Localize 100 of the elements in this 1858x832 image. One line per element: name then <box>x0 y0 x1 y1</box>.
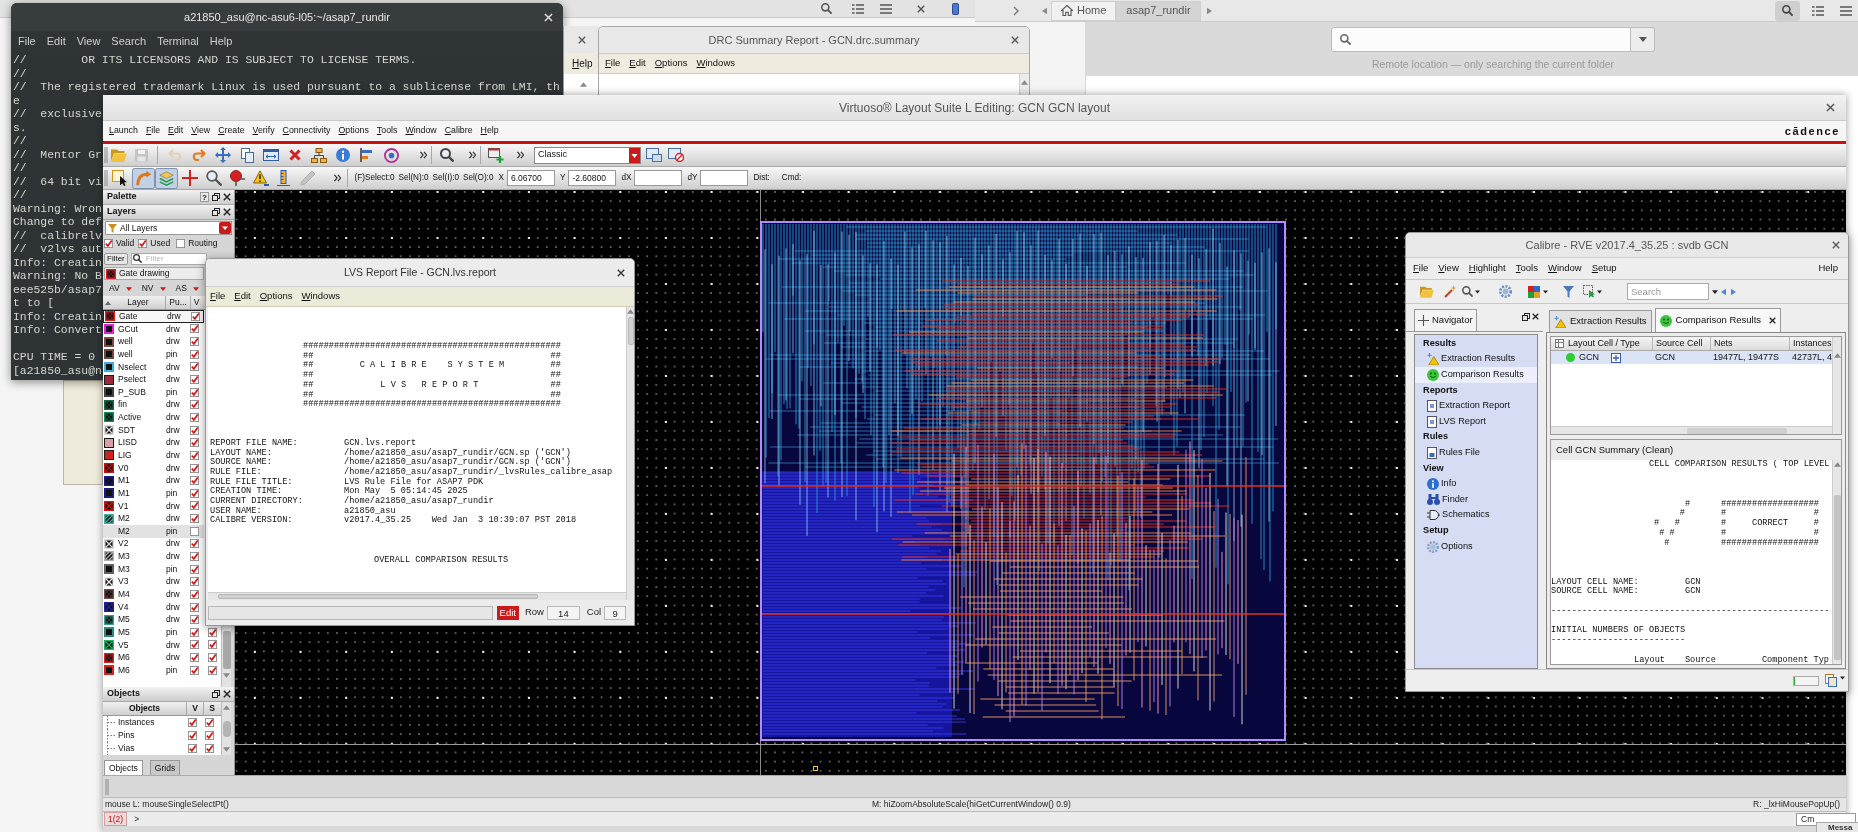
checkbox[interactable] <box>190 476 199 486</box>
menu-item[interactable]: Launch <box>109 124 138 138</box>
menu-item[interactable]: Highlight <box>1468 261 1506 276</box>
column-header[interactable]: Objects <box>128 702 161 715</box>
menu-item[interactable]: Windows <box>696 56 735 71</box>
checkbox[interactable] <box>190 412 199 422</box>
list-view-icon[interactable] <box>1812 5 1824 16</box>
menu-item[interactable]: View <box>191 124 211 138</box>
menu-item[interactable]: File <box>145 124 161 138</box>
column-header[interactable]: Pu... <box>169 296 187 309</box>
double-chevron-icon[interactable] <box>333 174 341 182</box>
checkbox[interactable] <box>190 539 199 549</box>
window-stack-icon[interactable] <box>1825 674 1837 687</box>
result-row[interactable]: GCN GCN 19477L, 19477S 42737L, 4 <box>1551 351 1833 364</box>
crosshair-icon[interactable] <box>182 170 199 186</box>
info-icon[interactable] <box>336 148 350 162</box>
menu-item[interactable]: File <box>1413 261 1429 276</box>
right-arrow-icon[interactable] <box>1731 287 1736 296</box>
menu-item[interactable]: Connectivity <box>282 124 331 138</box>
warning-icon[interactable] <box>252 170 269 186</box>
coordinate-field[interactable]: 6.06700 <box>506 170 555 186</box>
scrollbar-thumb[interactable] <box>222 720 231 737</box>
navigator-item[interactable]: Finder <box>1415 491 1537 508</box>
menu-item[interactable]: Windows <box>301 289 340 304</box>
checkbox[interactable] <box>190 400 199 410</box>
checkbox[interactable] <box>190 501 199 511</box>
column-header[interactable]: V <box>192 702 198 715</box>
menu-item[interactable]: Window <box>405 124 437 138</box>
menu-item[interactable]: Window <box>1547 261 1582 276</box>
menu-item[interactable]: Options <box>654 56 688 71</box>
caret-icon[interactable] <box>1840 675 1845 680</box>
checkbox[interactable] <box>190 488 199 498</box>
menu-item[interactable]: Setup <box>1591 261 1617 276</box>
dropdown-button[interactable] <box>1631 27 1655 52</box>
checkbox[interactable] <box>190 362 199 372</box>
scroll-arrow-icon[interactable] <box>627 309 634 314</box>
gear-icon[interactable] <box>1499 285 1512 298</box>
menu-icon[interactable] <box>1840 5 1852 16</box>
checkbox[interactable] <box>188 731 197 740</box>
tab[interactable]: Comparison Results <box>1654 308 1782 332</box>
color-grid-icon[interactable] <box>1528 285 1540 298</box>
checkbox[interactable] <box>205 718 214 727</box>
visibility-dropdown[interactable]: AS <box>175 282 199 295</box>
checkbox[interactable] <box>190 463 199 473</box>
checkbox[interactable] <box>190 526 199 536</box>
ruler-icon[interactable] <box>276 170 293 186</box>
checkbox[interactable] <box>190 627 199 637</box>
search-field[interactable]: Search <box>1627 283 1709 300</box>
visibility-dropdown[interactable]: NV <box>141 282 166 295</box>
menu-item[interactable]: Edit <box>46 33 66 50</box>
menu-item[interactable]: File <box>18 33 36 50</box>
checkbox[interactable] <box>208 640 217 650</box>
breadcrumb-button[interactable]: Home <box>1051 0 1117 21</box>
checkbox[interactable] <box>188 744 197 753</box>
navigator-item[interactable]: Schematics <box>1415 507 1537 524</box>
caret-icon[interactable] <box>1543 289 1548 294</box>
checkbox[interactable] <box>138 239 148 248</box>
checkbox[interactable] <box>188 718 197 727</box>
navigator-item[interactable]: Options <box>1415 538 1537 555</box>
close-icon[interactable] <box>1832 241 1840 249</box>
scroll-right-icon[interactable] <box>1206 6 1212 15</box>
checkbox[interactable] <box>190 653 199 663</box>
column-header[interactable]: Nets <box>1714 336 1733 351</box>
menu-item[interactable]: File <box>210 289 226 304</box>
layer-row[interactable]: Gate drw <box>103 310 204 323</box>
move-icon[interactable] <box>215 147 231 163</box>
navigator-item[interactable]: Extraction Results <box>1415 351 1537 368</box>
help-button[interactable]: ? <box>200 192 209 202</box>
checkbox[interactable] <box>190 450 199 460</box>
menu-item[interactable]: Edit <box>234 289 251 304</box>
menu-item[interactable]: Options <box>338 124 369 138</box>
menu-item[interactable]: Create <box>218 124 245 138</box>
checkbox[interactable] <box>190 349 199 359</box>
scrollbar-thumb[interactable] <box>1833 495 1841 660</box>
caret-icon[interactable] <box>1712 289 1718 294</box>
filter-field[interactable]: Filter <box>130 252 207 265</box>
checkbox[interactable] <box>190 615 199 625</box>
restore-icon[interactable] <box>212 208 220 216</box>
double-chevron-icon[interactable] <box>420 151 427 159</box>
close-icon[interactable] <box>1532 313 1539 320</box>
checkbox[interactable] <box>190 589 199 599</box>
close-icon[interactable] <box>1769 317 1777 324</box>
sort-arrow-icon[interactable] <box>105 300 111 305</box>
checkbox[interactable] <box>190 564 199 574</box>
coordinate-field[interactable] <box>634 170 683 186</box>
navigator-item[interactable]: Extraction Report <box>1415 398 1537 414</box>
menu-item[interactable]: Edit <box>629 56 646 71</box>
delete-icon[interactable] <box>289 149 301 161</box>
close-icon[interactable] <box>223 193 231 201</box>
breadcrumb-button[interactable]: asap7_rundir <box>1116 0 1201 21</box>
search-icon[interactable] <box>821 3 832 14</box>
funnel-icon[interactable] <box>1563 285 1574 298</box>
window-icon[interactable] <box>263 149 279 161</box>
tab[interactable]: Objects <box>104 760 143 775</box>
navigator-item[interactable]: Rules File <box>1415 445 1537 461</box>
checkbox[interactable] <box>104 239 113 248</box>
scrollbar-thumb[interactable] <box>222 631 231 669</box>
menu-item[interactable]: Tools <box>376 124 398 138</box>
checkbox[interactable] <box>208 653 217 663</box>
align-icon[interactable] <box>360 148 374 162</box>
